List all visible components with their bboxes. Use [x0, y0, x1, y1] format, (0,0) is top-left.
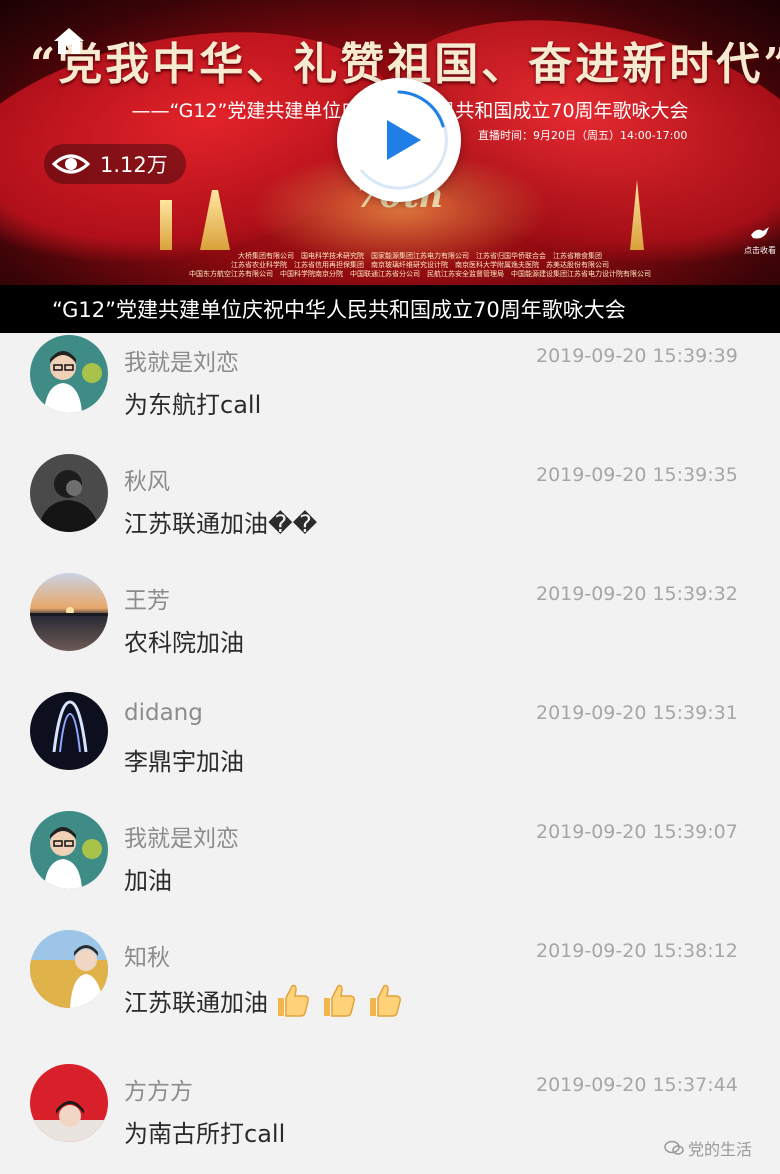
comment-timestamp: 2019-09-20 15:39:35 — [536, 464, 738, 486]
comment-text: 江苏联通加油 — [124, 988, 268, 1017]
comment-message: 为东航打call — [124, 385, 261, 420]
comment-timestamp: 2019-09-20 15:39:39 — [536, 345, 738, 367]
comment-item[interactable]: 秋风 2019-09-20 15:39:35 江苏联通加油�� — [0, 454, 780, 564]
emoji-group — [272, 980, 404, 1020]
comment-timestamp: 2019-09-20 15:39:31 — [536, 702, 738, 724]
comment-username[interactable]: didang — [124, 700, 203, 726]
comment-username[interactable]: 我就是刘恋 — [124, 343, 239, 377]
comment-username[interactable]: 知秋 — [124, 938, 170, 972]
sponsor-line: 江苏省农业科学院 江苏省信用再担保集团 南京玻璃纤维研究设计院 南京医科大学附属… — [231, 261, 609, 269]
sponsor-list: 大桥集团有限公司 国电科学技术研究院 国家能源集团江苏电力有限公司 江苏省归国华… — [130, 252, 710, 279]
play-button[interactable] — [337, 78, 461, 202]
comment-message: 农科院加油 — [124, 623, 244, 658]
comment-username[interactable]: 秋风 — [124, 462, 170, 496]
avatar[interactable] — [30, 1064, 108, 1142]
comment-username[interactable]: 我就是刘恋 — [124, 819, 239, 853]
comment-item[interactable]: 我就是刘恋 2019-09-20 15:39:39 为东航打call — [0, 335, 780, 445]
comment-item[interactable]: 方方方 2019-09-20 15:37:44 为南古所打call — [0, 1064, 780, 1174]
comment-message: 江苏联通加油�� — [124, 504, 317, 539]
avatar[interactable] — [30, 811, 108, 889]
video-caption-bar: “G12”党建共建单位庆祝中华人民共和国成立70周年歌咏大会 — [0, 285, 780, 333]
comment-username[interactable]: 方方方 — [124, 1072, 193, 1106]
comment-item[interactable]: 知秋 2019-09-20 15:38:12 江苏联通加油 — [0, 930, 780, 1040]
comment-timestamp: 2019-09-20 15:39:32 — [536, 583, 738, 605]
comment-item[interactable]: 我就是刘恋 2019-09-20 15:39:07 加油 — [0, 811, 780, 921]
watch-shortcut-label: 点击收看 — [744, 246, 776, 255]
view-count: 1.12万 — [44, 144, 186, 184]
comment-timestamp: 2019-09-20 15:38:12 — [536, 940, 738, 962]
comment-message: 李鼎宇加油 — [124, 742, 244, 777]
comment-text: 加油 — [124, 867, 172, 895]
watermark: 党的生活 — [664, 1136, 752, 1160]
sponsor-line: 大桥集团有限公司 国电科学技术研究院 国家能源集团江苏电力有限公司 江苏省归国华… — [238, 252, 602, 260]
comment-text: 江苏联通加油�� — [124, 510, 318, 538]
watch-shortcut[interactable]: 点击收看 — [742, 225, 778, 256]
play-icon — [359, 90, 448, 190]
avatar[interactable] — [30, 454, 108, 532]
thumbs-up-icon — [278, 984, 309, 1017]
comment-username[interactable]: 王芳 — [124, 581, 170, 615]
comment-item[interactable]: 王芳 2019-09-20 15:39:32 农科院加油 — [0, 573, 780, 683]
avatar[interactable] — [30, 573, 108, 651]
avatar[interactable] — [30, 930, 108, 1008]
watermark-text: 党的生活 — [688, 1140, 753, 1159]
comment-timestamp: 2019-09-20 15:37:44 — [536, 1074, 738, 1096]
comment-message: 江苏联通加油 — [124, 980, 404, 1020]
wechat-icon — [664, 1140, 684, 1155]
eye-icon — [52, 154, 90, 174]
thumbs-up-icon — [370, 984, 401, 1017]
home-icon[interactable] — [52, 26, 86, 56]
sponsor-line: 中国东方航空江苏有限公司 中国科学院南京分院 中国联通江苏省分公司 民航江苏安全… — [189, 270, 651, 278]
pillar-decoration — [160, 200, 172, 250]
bird-icon — [751, 227, 769, 239]
video-caption: “G12”党建共建单位庆祝中华人民共和国成立70周年歌咏大会 — [52, 298, 626, 322]
comment-text: 农科院加油 — [124, 629, 244, 657]
comment-text: 为东航打call — [124, 391, 262, 419]
avatar[interactable] — [30, 692, 108, 770]
comment-message: 为南古所打call — [124, 1114, 285, 1149]
video-player[interactable]: “党我中华、礼赞祖国、奋进新时代” ——“G12”党建共建单位庆祝中华人民共和国… — [0, 0, 780, 285]
thumbs-up-icon — [324, 984, 355, 1017]
comment-text: 李鼎宇加油 — [124, 748, 244, 776]
comment-timestamp: 2019-09-20 15:39:07 — [536, 821, 738, 843]
comment-text: 为南古所打call — [124, 1120, 286, 1148]
broadcast-time: 直播时间：9月20日（周五）14:00-17:00 — [478, 129, 688, 142]
comment-message: 加油 — [124, 861, 172, 896]
avatar[interactable] — [30, 335, 108, 413]
view-count-value: 1.12万 — [100, 153, 168, 177]
comment-item[interactable]: didang 2019-09-20 15:39:31 李鼎宇加油 — [0, 692, 780, 802]
